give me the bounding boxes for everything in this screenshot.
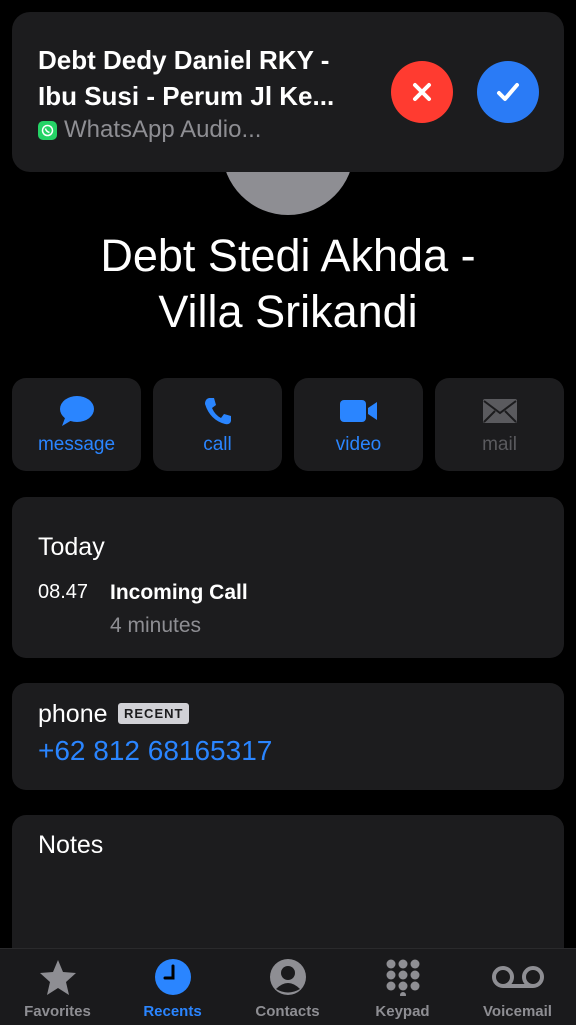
contact-name-line2: Villa Srikandi: [158, 286, 418, 337]
video-label: video: [335, 434, 382, 455]
keypad-icon: [345, 958, 460, 996]
tab-contacts[interactable]: Contacts: [230, 949, 345, 1025]
history-day: Today: [38, 533, 105, 561]
mail-button[interactable]: mail: [435, 378, 564, 471]
person-circle-icon: [230, 958, 345, 996]
app-source: WhatsApp Audio...: [38, 116, 564, 144]
whatsapp-icon: [38, 120, 57, 140]
caller-name: Debt Dedy Daniel RKY - Ibu Susi - Perum …: [38, 42, 388, 114]
call-type: Incoming Call: [110, 581, 248, 604]
notes-label: Notes: [38, 831, 104, 859]
contact-name-line1: Debt Stedi Akhda -: [100, 230, 476, 281]
close-icon: [413, 83, 431, 101]
contact-actions: message call video mail: [12, 378, 564, 471]
video-button[interactable]: video: [294, 378, 423, 471]
phone-card: phone RECENT +62 812 68165317: [12, 683, 564, 790]
tab-bar: Favorites Recents Contacts Keypad Voicem…: [0, 948, 576, 1025]
tab-contacts-label: Contacts: [255, 1003, 320, 1020]
message-button[interactable]: message: [12, 378, 141, 471]
call-label: call: [203, 434, 232, 455]
accept-call-button[interactable]: [477, 61, 539, 123]
star-icon: [0, 958, 115, 996]
tab-keypad[interactable]: Keypad: [345, 949, 460, 1025]
decline-call-button[interactable]: [391, 61, 453, 123]
tab-voicemail[interactable]: Voicemail: [460, 949, 575, 1025]
voicemail-icon: [460, 958, 575, 996]
tab-recents[interactable]: Recents: [115, 949, 230, 1025]
tab-favorites-label: Favorites: [24, 1003, 91, 1020]
call-time: 08.47: [38, 581, 89, 603]
recent-badge: RECENT: [118, 703, 190, 724]
phone-label: phone: [38, 700, 108, 728]
caller-name-line2: Ibu Susi - Perum Jl Ke...: [38, 81, 335, 111]
message-bubble-icon: [12, 394, 141, 428]
mail-label: mail: [482, 434, 517, 455]
call-button[interactable]: call: [153, 378, 282, 471]
call-duration: 4 minutes: [110, 614, 202, 637]
tab-voicemail-label: Voicemail: [483, 1003, 552, 1020]
tab-keypad-label: Keypad: [375, 1003, 430, 1020]
caller-name-line1: Debt Dedy Daniel RKY -: [38, 45, 330, 75]
video-camera-icon: [294, 394, 423, 428]
clock-icon: [115, 958, 230, 996]
app-source-label: WhatsApp Audio...: [64, 116, 262, 143]
phone-number-link[interactable]: +62 812 68165317: [38, 735, 272, 767]
contact-name: Debt Stedi Akhda - Villa Srikandi: [0, 228, 576, 340]
tab-favorites[interactable]: Favorites: [0, 949, 115, 1025]
incoming-call-notification[interactable]: Debt Dedy Daniel RKY - Ibu Susi - Perum …: [12, 12, 564, 172]
call-history-card: Today 08.47 Incoming Call 4 minutes: [12, 497, 564, 658]
phone-icon: [153, 394, 282, 428]
message-label: message: [37, 434, 116, 455]
checkmark-icon: [497, 83, 519, 101]
envelope-icon: [435, 394, 564, 428]
tab-recents-label: Recents: [143, 1003, 202, 1020]
